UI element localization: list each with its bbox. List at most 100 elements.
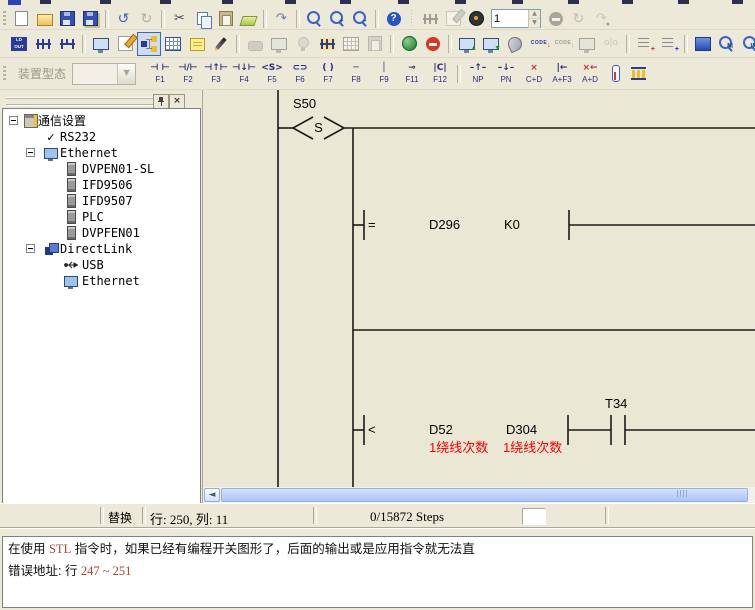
tree-item-dvpfen01[interactable]: DVPFEN01	[3, 225, 200, 241]
dock-grip[interactable]	[6, 97, 166, 106]
ladder-editor[interactable]: S50 S = D296 K0 < D52 D304 1绕线次数 1绕线次数 T…	[202, 90, 755, 487]
ladder-f5-button[interactable]: <S>F5	[258, 60, 286, 88]
paste-button[interactable]	[214, 8, 237, 30]
ladder-f1-button[interactable]: ⊣ ⊢F1	[146, 60, 174, 88]
tree-item--[interactable]: 通信设置	[3, 113, 200, 129]
ladder-f11-button[interactable]: ⊸F11	[398, 60, 426, 88]
tree-expander-icon[interactable]	[26, 148, 35, 157]
find-button[interactable]	[303, 8, 326, 30]
marker-pen-button[interactable]	[209, 32, 233, 56]
spin-up-icon[interactable]: ▲	[529, 10, 540, 19]
tree-item-ethernet[interactable]: Ethernet	[3, 145, 200, 161]
tree-item-ifd9507[interactable]: IFD9507	[3, 193, 200, 209]
save-all-button[interactable]	[79, 8, 102, 30]
ld-out-instruction-button[interactable]: LD OUT	[7, 32, 31, 56]
code-download-button[interactable]: CODE↓	[527, 32, 551, 56]
upload-program-button[interactable]: ▲	[455, 32, 479, 56]
compare-operand-d296[interactable]: D296	[429, 218, 460, 232]
close-icon[interactable]: ×	[169, 94, 185, 109]
find-device-button[interactable]: M	[715, 32, 739, 56]
grid-button[interactable]	[339, 32, 363, 56]
pin-icon[interactable]	[153, 94, 169, 109]
tree-item-rs232[interactable]: ✓RS232	[3, 129, 200, 145]
tree-item-directlink[interactable]: DirectLink	[3, 241, 200, 257]
step-spinner[interactable]: ▲▼	[491, 9, 541, 28]
ladder-np-button[interactable]: –↑–NP	[464, 60, 492, 88]
open-file-button[interactable]	[33, 8, 56, 30]
tree-item-plc[interactable]: PLC	[3, 209, 200, 225]
scrollbar-thumb[interactable]	[221, 488, 748, 502]
stl-contact[interactable]: S	[306, 121, 331, 135]
ladder-f6-button[interactable]: ⊂⊃F6	[286, 60, 314, 88]
hint-bulb-button[interactable]	[291, 32, 315, 56]
horizontal-scrollbar[interactable]: ◄	[202, 487, 755, 503]
refresh-button[interactable]: ↻	[567, 8, 590, 30]
device-transfer-button[interactable]	[575, 32, 599, 56]
cut-button[interactable]: ✂	[168, 8, 191, 30]
spin-value-input[interactable]	[492, 11, 528, 26]
undo-button[interactable]: ↺	[112, 8, 135, 30]
tree-expander-icon[interactable]	[9, 116, 18, 125]
spin-down-icon[interactable]: ▼	[529, 19, 540, 28]
ladder-f9-button[interactable]: │F9	[370, 60, 398, 88]
ladder-a-f3-button[interactable]: |←A+F3	[548, 60, 576, 88]
ladder-c-d-button[interactable]: ×C+D	[520, 60, 548, 88]
tree-item-ethernet[interactable]: Ethernet	[3, 273, 200, 289]
ladder-f2-button[interactable]: ⊣/⊢F2	[174, 60, 202, 88]
zoom-out-button[interactable]: −	[349, 8, 372, 30]
delete-row-button[interactable]: +	[657, 32, 681, 56]
ladder-f4-button[interactable]: ⊣↓⊢F4	[230, 60, 258, 88]
stop-monitor-button[interactable]	[544, 8, 567, 30]
new-file-button[interactable]	[10, 8, 33, 30]
history-button[interactable]	[465, 8, 488, 30]
monitor-mode-button[interactable]	[89, 32, 113, 56]
edit-mode-button[interactable]	[113, 32, 137, 56]
tree-expander-icon[interactable]	[26, 244, 35, 253]
image-view-button[interactable]	[691, 32, 715, 56]
comment-button[interactable]	[185, 32, 209, 56]
ladder-f7-button[interactable]: ( )F7	[314, 60, 342, 88]
toolbar-grip[interactable]	[3, 66, 6, 82]
ladder-a-d-button[interactable]: ×←A+D	[576, 60, 604, 88]
instruction-list-button[interactable]	[55, 32, 79, 56]
table-view-button[interactable]	[161, 32, 185, 56]
goto-button[interactable]: ↷	[270, 8, 293, 30]
tree-item-dvpen01-sl[interactable]: DVPEN01-SL	[3, 161, 200, 177]
redo-button[interactable]: ↻	[135, 8, 158, 30]
code-upload-button[interactable]: CODE↓	[551, 32, 575, 56]
ladder-f8-button[interactable]: ─F8	[342, 60, 370, 88]
clipboard-button[interactable]	[363, 32, 387, 56]
api-list-button[interactable]	[627, 63, 650, 85]
handheld-button[interactable]	[243, 32, 267, 56]
compare-operand-d304[interactable]: D304	[506, 423, 537, 437]
toolbar-grip[interactable]	[3, 11, 6, 27]
handheld-monitor-button[interactable]	[267, 32, 291, 56]
compare-operator-1[interactable]: =	[368, 218, 376, 232]
device-monitor-button[interactable]	[442, 8, 465, 30]
device-type-combobox[interactable]: ▼	[72, 63, 136, 85]
ladder-pn-button[interactable]: –↓–PN	[492, 60, 520, 88]
erase-button[interactable]	[237, 8, 260, 30]
insert-row-button[interactable]: +	[633, 32, 657, 56]
ladder-monitor-button[interactable]	[419, 8, 442, 30]
find-ip-button[interactable]: IP	[739, 32, 755, 56]
compare-operand-k0[interactable]: K0	[504, 218, 520, 232]
compare-operator-2[interactable]: <	[368, 423, 376, 437]
tree-item-usb[interactable]: USB	[3, 257, 200, 273]
timer-contact-label[interactable]: T34	[605, 397, 627, 411]
offline-button[interactable]	[421, 32, 445, 56]
io-points-button[interactable]: o|o	[599, 32, 623, 56]
tree-item-ifd9506[interactable]: IFD9506	[3, 177, 200, 193]
online-button[interactable]	[397, 32, 421, 56]
ladder-view-button[interactable]	[31, 32, 55, 56]
workspace-tree-button[interactable]	[137, 32, 161, 56]
ladder-edit-button[interactable]	[315, 32, 339, 56]
step-run-button[interactable]: ↷●	[590, 8, 613, 30]
monitor-value-button[interactable]	[604, 63, 627, 85]
ladder-f12-button[interactable]: |C|F12	[426, 60, 454, 88]
copy-button[interactable]	[191, 8, 214, 30]
compare-operand-d52[interactable]: D52	[429, 423, 453, 437]
chevron-down-icon[interactable]: ▼	[117, 64, 135, 84]
ladder-f3-button[interactable]: ⊣↑⊢F3	[202, 60, 230, 88]
scroll-left-icon[interactable]: ◄	[204, 488, 220, 502]
